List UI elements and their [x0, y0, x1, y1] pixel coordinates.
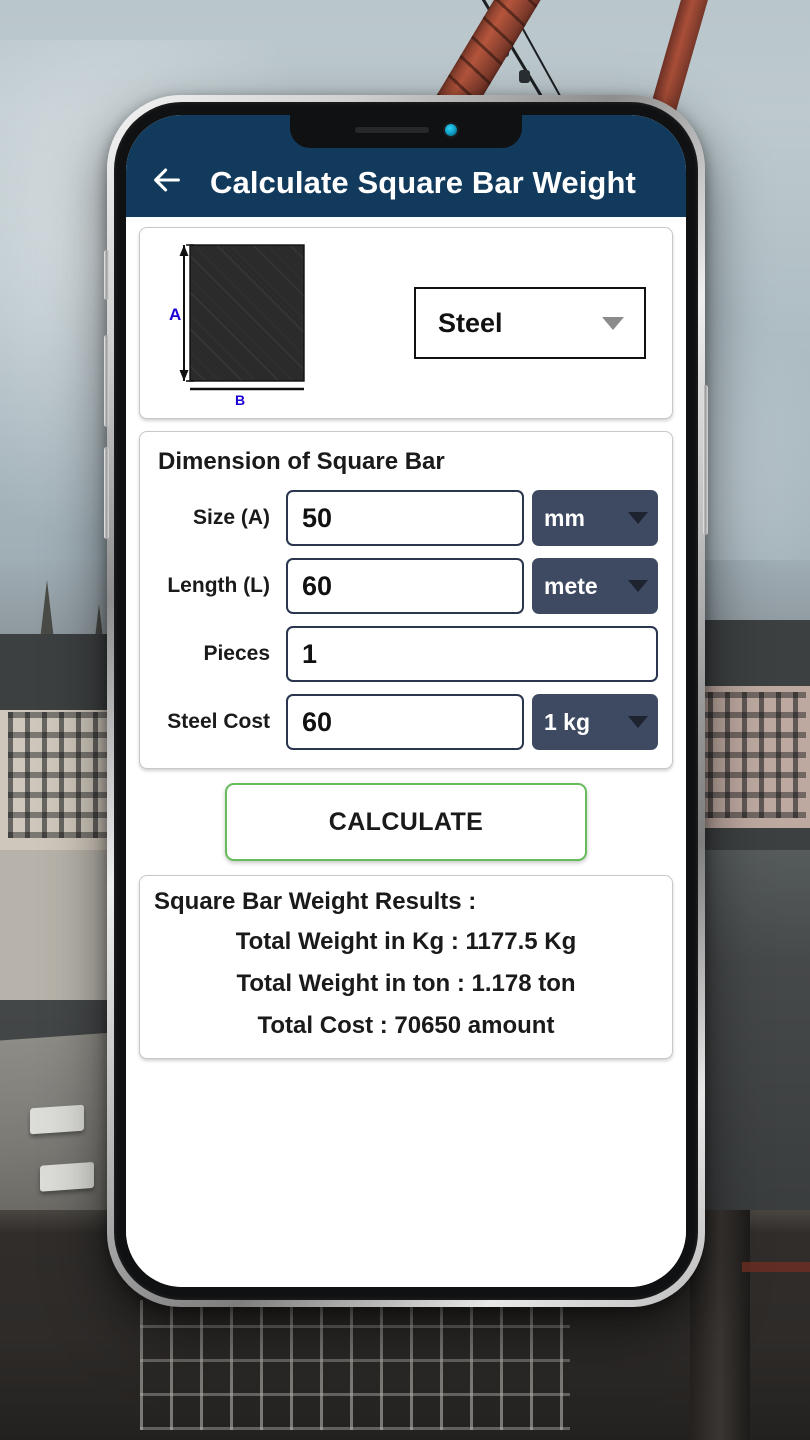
size-unit-dropdown[interactable]: mm	[532, 490, 658, 546]
length-unit-dropdown[interactable]: mete	[532, 558, 658, 614]
calculate-button-wrapper: CALCULATE	[139, 783, 673, 861]
front-camera-icon	[445, 124, 457, 136]
steel-cost-unit-value: 1 kg	[544, 708, 591, 735]
row-label: Steel Cost	[167, 710, 270, 733]
size-input[interactable]: 50	[286, 490, 524, 546]
cable-knob	[519, 70, 530, 83]
dimension-card: Dimension of Square Bar Size (A) 50 mm L…	[139, 431, 673, 769]
app-content: A B Steel Dimension of Square Bar Size (…	[126, 217, 686, 1287]
row-label: Length (L)	[167, 574, 270, 597]
diagram-label-a: A	[169, 305, 181, 324]
pieces-input[interactable]: 1	[286, 626, 658, 682]
silence-switch[interactable]	[104, 250, 109, 300]
result-total-weight-kg: Total Weight in Kg : 1177.5 Kg	[235, 928, 577, 955]
result-total-cost: Total Cost : 70650 amount	[257, 1012, 555, 1039]
length-unit-value: mete	[544, 572, 598, 599]
phone-bezel: Calculate Square Bar Weight A B Steel Di…	[114, 102, 698, 1300]
phone-screen: Calculate Square Bar Weight A B Steel Di…	[126, 115, 686, 1287]
chevron-down-icon	[628, 580, 648, 592]
input-row-pieces: Pieces 1	[154, 626, 658, 682]
results-card: Square Bar Weight Results : Total Weight…	[139, 875, 673, 1059]
volume-up-button[interactable]	[104, 335, 109, 427]
material-card: A B Steel	[139, 227, 673, 419]
material-dropdown[interactable]: Steel	[414, 287, 646, 359]
site-marker	[742, 1262, 810, 1272]
earpiece-speaker-icon	[355, 127, 429, 133]
row-label: Size (A)	[192, 506, 270, 529]
result-total-weight-ton: Total Weight in ton : 1.178 ton	[236, 970, 576, 997]
material-dropdown-value: Steel	[438, 307, 503, 338]
input-row-size: Size (A) 50 mm	[154, 490, 658, 546]
diagram-label-b: B	[235, 392, 245, 407]
row-label: Pieces	[203, 642, 270, 665]
square-bar-diagram: A B	[160, 239, 318, 408]
church-spire	[40, 580, 54, 640]
roof-vent	[30, 1104, 84, 1135]
calculate-button[interactable]: CALCULATE	[225, 783, 587, 861]
page-title: Calculate Square Bar Weight	[210, 165, 636, 200]
phone-notch	[290, 115, 522, 148]
volume-down-button[interactable]	[104, 447, 109, 539]
chevron-down-icon	[628, 512, 648, 524]
steel-cost-input[interactable]: 60	[286, 694, 524, 750]
results-title: Square Bar Weight Results :	[154, 888, 477, 915]
roof-vent	[40, 1161, 94, 1192]
length-input[interactable]: 60	[286, 558, 524, 614]
size-unit-value: mm	[544, 504, 585, 531]
steel-cost-unit-dropdown[interactable]: 1 kg	[532, 694, 658, 750]
scaffolding	[140, 1300, 570, 1430]
arrow-left-icon[interactable]	[150, 163, 184, 197]
power-button[interactable]	[703, 385, 708, 535]
chevron-down-icon	[628, 716, 648, 728]
chevron-down-icon	[602, 316, 624, 330]
dimension-card-title: Dimension of Square Bar	[158, 448, 445, 475]
input-row-steel-cost: Steel Cost 60 1 kg	[154, 694, 658, 750]
phone-device: Calculate Square Bar Weight A B Steel Di…	[104, 95, 708, 1307]
input-row-length: Length (L) 60 mete	[154, 558, 658, 614]
